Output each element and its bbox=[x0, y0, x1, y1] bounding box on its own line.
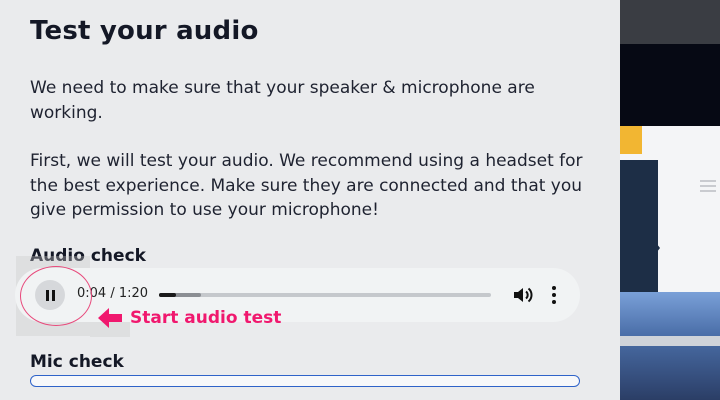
more-vertical-icon bbox=[552, 286, 556, 290]
time-separator: / bbox=[106, 286, 119, 301]
mic-check-label: Mic check bbox=[30, 352, 124, 372]
more-options-button[interactable] bbox=[548, 285, 560, 305]
page-title: Test your audio bbox=[30, 16, 259, 46]
progress-fill bbox=[159, 293, 176, 297]
highlight-circle bbox=[20, 266, 92, 326]
arrow-left-icon bbox=[98, 308, 122, 328]
instructions-text: First, we will test your audio. We recom… bbox=[30, 151, 583, 220]
mic-level-meter bbox=[30, 375, 580, 387]
volume-icon bbox=[514, 287, 533, 303]
annotation-text: Start audio test bbox=[130, 308, 282, 328]
preview-laptop bbox=[620, 292, 720, 400]
intro-text: We need to make sure that your speaker &… bbox=[30, 78, 535, 123]
start-test-annotation: Start audio test bbox=[96, 306, 281, 330]
background-preview bbox=[620, 0, 720, 400]
audio-test-panel: Test your audio We need to make sure tha… bbox=[0, 0, 620, 400]
duration: 1:20 bbox=[118, 286, 149, 301]
preview-slide bbox=[620, 126, 720, 292]
seek-bar[interactable] bbox=[159, 293, 491, 297]
volume-button[interactable] bbox=[512, 285, 534, 305]
